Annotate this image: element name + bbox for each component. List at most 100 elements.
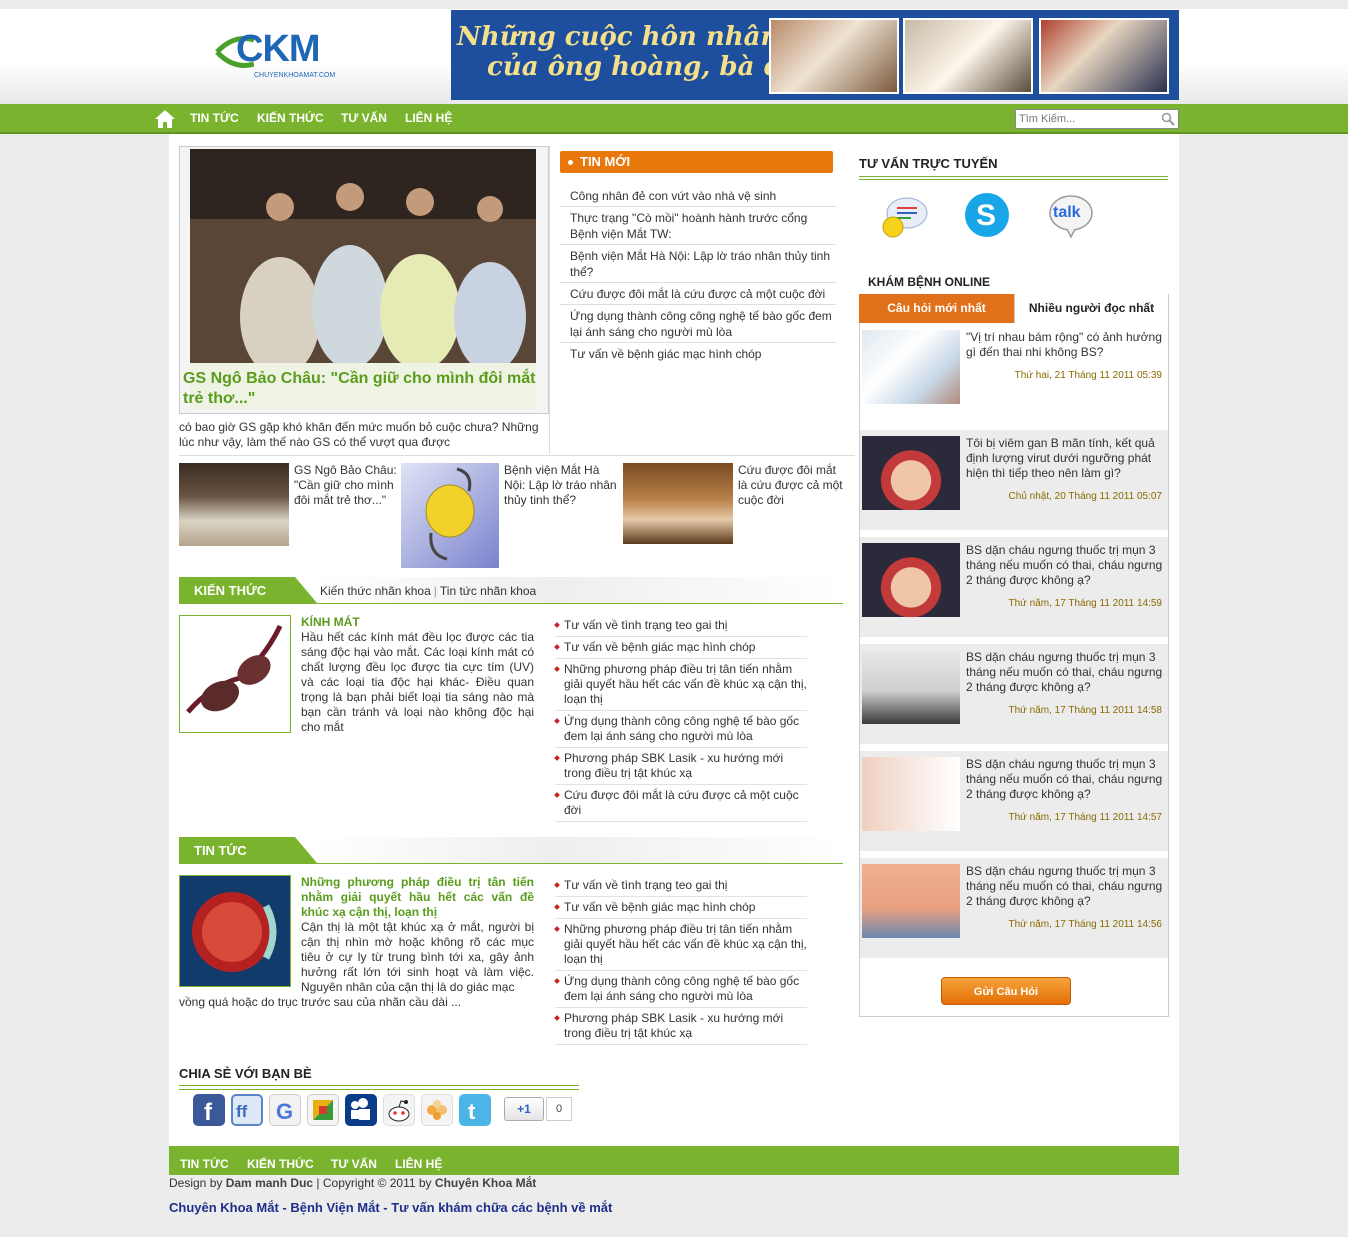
- related-link[interactable]: Ứng dụng thành công công nghệ tế bào gốc…: [554, 971, 807, 1008]
- bullet-icon: [554, 926, 560, 932]
- tu-van-title: TƯ VẤN TRỰC TUYẾN: [859, 156, 998, 171]
- bullet-icon: [554, 792, 560, 798]
- flickr-icon[interactable]: [421, 1094, 453, 1126]
- question-date: Thứ năm, 17 Tháng 11 2011 14:56: [1008, 919, 1162, 930]
- link-tin-tuc-nhan-khoa[interactable]: Tin tức nhãn khoa: [440, 584, 536, 598]
- home-icon[interactable]: [154, 109, 176, 129]
- header-banner[interactable]: Những cuộc hôn nhân u ám của ông hoàng, …: [451, 10, 1179, 100]
- banner-photo-3: [1039, 18, 1169, 94]
- divider: [179, 1085, 579, 1090]
- google-plus-one-button[interactable]: +1: [504, 1097, 544, 1121]
- related-link[interactable]: Cứu được đôi mắt là cứu được cả một cuộc…: [554, 785, 807, 822]
- thumb-text[interactable]: Bệnh viện Mắt Hà Nội: Lập lờ tráo nhân t…: [504, 463, 622, 508]
- question-item[interactable]: BS dặn cháu ngưng thuốc trị mụn 3 tháng …: [860, 644, 1168, 744]
- google-icon[interactable]: G: [269, 1094, 301, 1126]
- tin-moi-item[interactable]: Thực trạng "Cò mồi" hoành hành trước cổn…: [560, 206, 836, 245]
- tin-moi-item[interactable]: Bệnh viện Mắt Hà Nội: Lập lờ tráo nhân t…: [560, 244, 836, 283]
- footer-nav-tin-tuc[interactable]: TIN TỨC: [180, 1157, 229, 1171]
- friendfeed-icon[interactable]: ff: [231, 1094, 263, 1126]
- google-buzz-icon[interactable]: [307, 1094, 339, 1126]
- question-item[interactable]: Tôi bị viêm gan B mãn tính, kết quả định…: [860, 430, 1168, 530]
- article-title[interactable]: Những phương pháp điều trị tân tiến nhằm…: [301, 875, 534, 920]
- send-question-button[interactable]: Gửi Câu Hỏi: [941, 977, 1071, 1005]
- link-kien-thuc-nhan-khoa[interactable]: Kiến thức nhãn khoa: [320, 584, 431, 598]
- thumb-text[interactable]: Cứu được đôi mắt là cứu được cả một cuộc…: [738, 463, 848, 508]
- site-logo[interactable]: CKM CHUYENKHOAMAT.COM: [214, 26, 344, 86]
- article-body-tail: vồng quá hoặc do trục trước sau của nhãn…: [179, 995, 462, 1009]
- separator: |: [433, 584, 437, 598]
- facebook-icon[interactable]: f: [193, 1094, 225, 1126]
- related-link[interactable]: Những phương pháp điều trị tân tiến nhằm…: [554, 919, 807, 971]
- logo-subtext: CHUYENKHOAMAT.COM: [254, 72, 336, 79]
- tin-moi-header: TIN MỚI: [560, 151, 833, 173]
- bullet-icon: [554, 1015, 560, 1021]
- tin-tuc-title[interactable]: TIN TỨC: [194, 843, 247, 858]
- related-link[interactable]: Những phương pháp điều trị tân tiến nhằm…: [554, 659, 807, 711]
- question-date: Thứ năm, 17 Tháng 11 2011 14:57: [1008, 812, 1162, 823]
- related-link[interactable]: Tư vấn về tình trạng teo gai thị: [554, 875, 807, 897]
- bullet-icon: [554, 904, 560, 910]
- twitter-icon[interactable]: t: [459, 1094, 491, 1126]
- svg-text:t: t: [468, 1099, 476, 1124]
- nav-lien-he[interactable]: LIÊN HỆ: [405, 111, 452, 125]
- bullet-icon: [568, 160, 573, 165]
- bullet-icon: [554, 666, 560, 672]
- yahoo-messenger-icon[interactable]: [879, 193, 929, 241]
- nav-kien-thuc[interactable]: KIẾN THỨC: [257, 111, 324, 125]
- tin-moi-item[interactable]: Ứng dụng thành công công nghệ tế bào gốc…: [560, 304, 836, 343]
- article-title[interactable]: KÍNH MÁT: [301, 615, 534, 630]
- tin-moi-item[interactable]: Công nhân đẻ con vứt vào nhà vệ sinh: [560, 184, 836, 207]
- question-item[interactable]: BS dặn cháu ngưng thuốc trị mụn 3 tháng …: [860, 858, 1168, 958]
- section-tab-notch: [295, 837, 317, 863]
- nav-tu-van[interactable]: TƯ VẤN: [341, 111, 387, 125]
- search-input[interactable]: [1016, 110, 1157, 128]
- lens-image: [425, 467, 475, 561]
- thumb-image[interactable]: [179, 463, 289, 546]
- related-link[interactable]: Phương pháp SBK Lasik - xu hướng mới tro…: [554, 748, 807, 785]
- reddit-icon[interactable]: [383, 1094, 415, 1126]
- bullet-icon: [554, 882, 560, 888]
- question-text: BS dặn cháu ngưng thuốc trị mụn 3 tháng …: [966, 543, 1163, 587]
- banner-photo-1: [769, 18, 899, 94]
- footer-nav-lien-he[interactable]: LIÊN HỆ: [395, 1157, 442, 1171]
- article-image[interactable]: [179, 615, 291, 733]
- thumb-image[interactable]: [623, 463, 733, 544]
- svg-text:G: G: [276, 1099, 293, 1124]
- google-talk-icon[interactable]: talk: [1047, 193, 1097, 239]
- thumb-image[interactable]: [401, 463, 499, 568]
- kien-thuc-title[interactable]: KIẾN THỨC: [194, 583, 266, 598]
- question-item[interactable]: BS dặn cháu ngưng thuốc trị mụn 3 tháng …: [860, 751, 1168, 851]
- sunglasses-image: [186, 624, 283, 714]
- skype-icon[interactable]: S: [962, 190, 1012, 240]
- bullet-icon: [554, 718, 560, 724]
- svg-text:f: f: [204, 1099, 213, 1126]
- footer-nav-tu-van[interactable]: TƯ VẤN: [331, 1157, 377, 1171]
- designer-name[interactable]: Dam manh Duc: [226, 1176, 313, 1190]
- tin-moi-item[interactable]: Cứu được đôi mắt là cứu được cả một cuộc…: [560, 282, 836, 305]
- footer-nav-kien-thuc[interactable]: KIẾN THỨC: [247, 1157, 314, 1171]
- nav-tin-tuc[interactable]: TIN TỨC: [190, 111, 239, 125]
- question-item[interactable]: "Vị trí nhau bám rộng" có ảnh hưởng gì đ…: [860, 324, 1168, 424]
- question-date: Thứ năm, 17 Tháng 11 2011 14:59: [1008, 598, 1162, 609]
- myspace-icon[interactable]: [345, 1094, 377, 1126]
- talk-label: talk: [1053, 204, 1081, 221]
- thumb-text[interactable]: GS Ngô Bảo Châu: "Cần giữ cho mình đôi m…: [294, 463, 398, 508]
- tab-most-read[interactable]: Nhiều người đọc nhất: [1014, 294, 1168, 323]
- question-item[interactable]: BS dặn cháu ngưng thuốc trị mụn 3 tháng …: [860, 537, 1168, 637]
- question-text: BS dặn cháu ngưng thuốc trị mụn 3 tháng …: [966, 757, 1163, 801]
- related-link[interactable]: Phương pháp SBK Lasik - xu hướng mới tro…: [554, 1008, 807, 1045]
- search-icon[interactable]: [1161, 112, 1175, 126]
- question-image: [862, 650, 960, 724]
- related-link[interactable]: Tư vấn về bệnh giác mạc hình chóp: [554, 637, 807, 659]
- related-link[interactable]: Tư vấn về bệnh giác mạc hình chóp: [554, 897, 807, 919]
- bullet-icon: [554, 622, 560, 628]
- question-text: Tôi bị viêm gan B mãn tính, kết quả định…: [966, 436, 1155, 480]
- header-fade: [317, 837, 843, 863]
- article-image[interactable]: [179, 875, 291, 987]
- tab-newest-questions[interactable]: Câu hỏi mới nhất: [859, 294, 1014, 323]
- featured-title[interactable]: GS Ngô Bảo Châu: "Cần giữ cho mình đôi m…: [183, 369, 545, 409]
- tin-moi-item[interactable]: Tư vấn về bệnh giác mạc hình chóp: [560, 342, 836, 364]
- owner-name[interactable]: Chuyên Khoa Mắt: [435, 1176, 536, 1190]
- related-link[interactable]: Ứng dụng thành công công nghệ tế bào gốc…: [554, 711, 807, 748]
- related-link[interactable]: Tư vấn về tình trạng teo gai thị: [554, 615, 807, 637]
